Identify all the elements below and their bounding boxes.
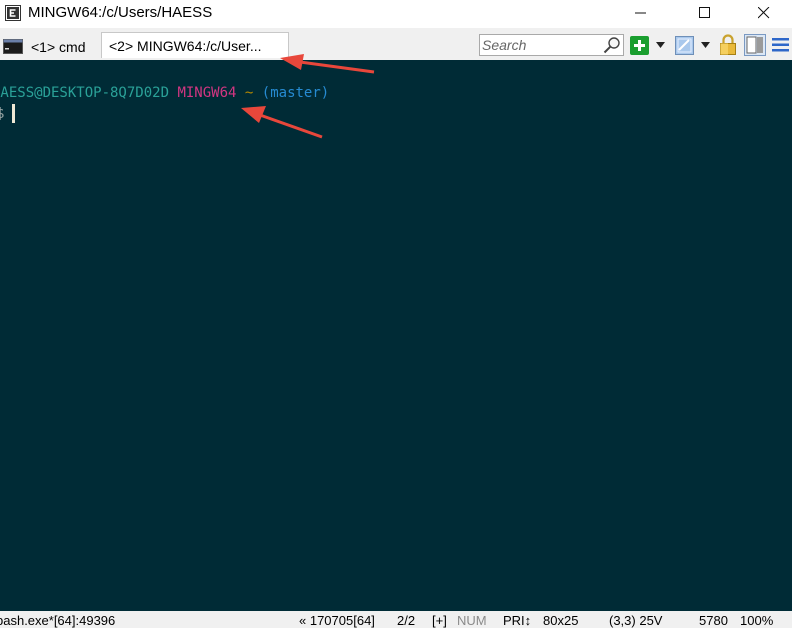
console-icon [3, 39, 23, 54]
status-pid: 5780 [699, 613, 728, 628]
status-pri: PRI↕ [503, 613, 532, 628]
search-box[interactable] [479, 34, 624, 56]
status-num: NUM [457, 613, 487, 628]
prompt-branch: (master) [261, 85, 330, 101]
tab-mingw64-label: <2> MINGW64:/c/User... [109, 38, 262, 54]
status-process: bash.exe*[64]:49396 [0, 613, 116, 628]
status-cursor: (3,3) 25V [609, 613, 663, 628]
prompt-user-host: HAESS@DESKTOP-8Q7D02D [0, 85, 170, 101]
new-console-icon[interactable] [630, 36, 649, 55]
status-bar: bash.exe*[64]:49396 « 170705[64] 2/2 [+]… [0, 611, 792, 628]
split-view-icon[interactable] [744, 34, 766, 56]
tab-mingw64[interactable]: <2> MINGW64:/c/User... [101, 32, 289, 58]
title-bar: MINGW64:/c/Users/HAESS [0, 0, 792, 28]
minimize-icon [635, 12, 646, 14]
maximize-button[interactable] [682, 0, 728, 26]
tab-cmd-label: <1> cmd [31, 39, 86, 55]
search-input[interactable] [482, 36, 600, 54]
minimize-button[interactable] [618, 0, 664, 26]
lock-icon[interactable] [719, 34, 737, 55]
status-zoom: 100% [740, 613, 774, 628]
menu-icon[interactable] [772, 38, 789, 52]
status-size: 80x25 [543, 613, 579, 628]
prompt-symbol: $ [0, 106, 5, 122]
settings-dropdown-icon[interactable] [701, 42, 710, 48]
maximize-icon [699, 7, 710, 18]
window-title: MINGW64:/c/Users/HAESS [28, 4, 213, 21]
prompt-system: MINGW64 [177, 85, 237, 101]
prompt-line: HAESS@DESKTOP-8Q7D02D MINGW64 ~ (master) [0, 85, 329, 101]
new-console-dropdown-icon[interactable] [656, 42, 665, 48]
settings-icon[interactable] [675, 36, 694, 55]
conemu-app-icon [5, 5, 21, 21]
status-plus: [+] [432, 613, 447, 628]
text-cursor [12, 104, 15, 123]
search-icon[interactable] [603, 37, 621, 54]
close-button[interactable] [741, 0, 787, 26]
terminal-area[interactable]: HAESS@DESKTOP-8Q7D02D MINGW64 ~ (master)… [0, 60, 792, 611]
status-console-index: 2/2 [397, 613, 416, 628]
tab-toolbar: <1> cmd <2> MINGW64:/c/User... [0, 28, 792, 60]
prompt-path: ~ [244, 85, 254, 101]
close-icon [758, 7, 770, 19]
status-build: « 170705[64] [299, 613, 375, 628]
